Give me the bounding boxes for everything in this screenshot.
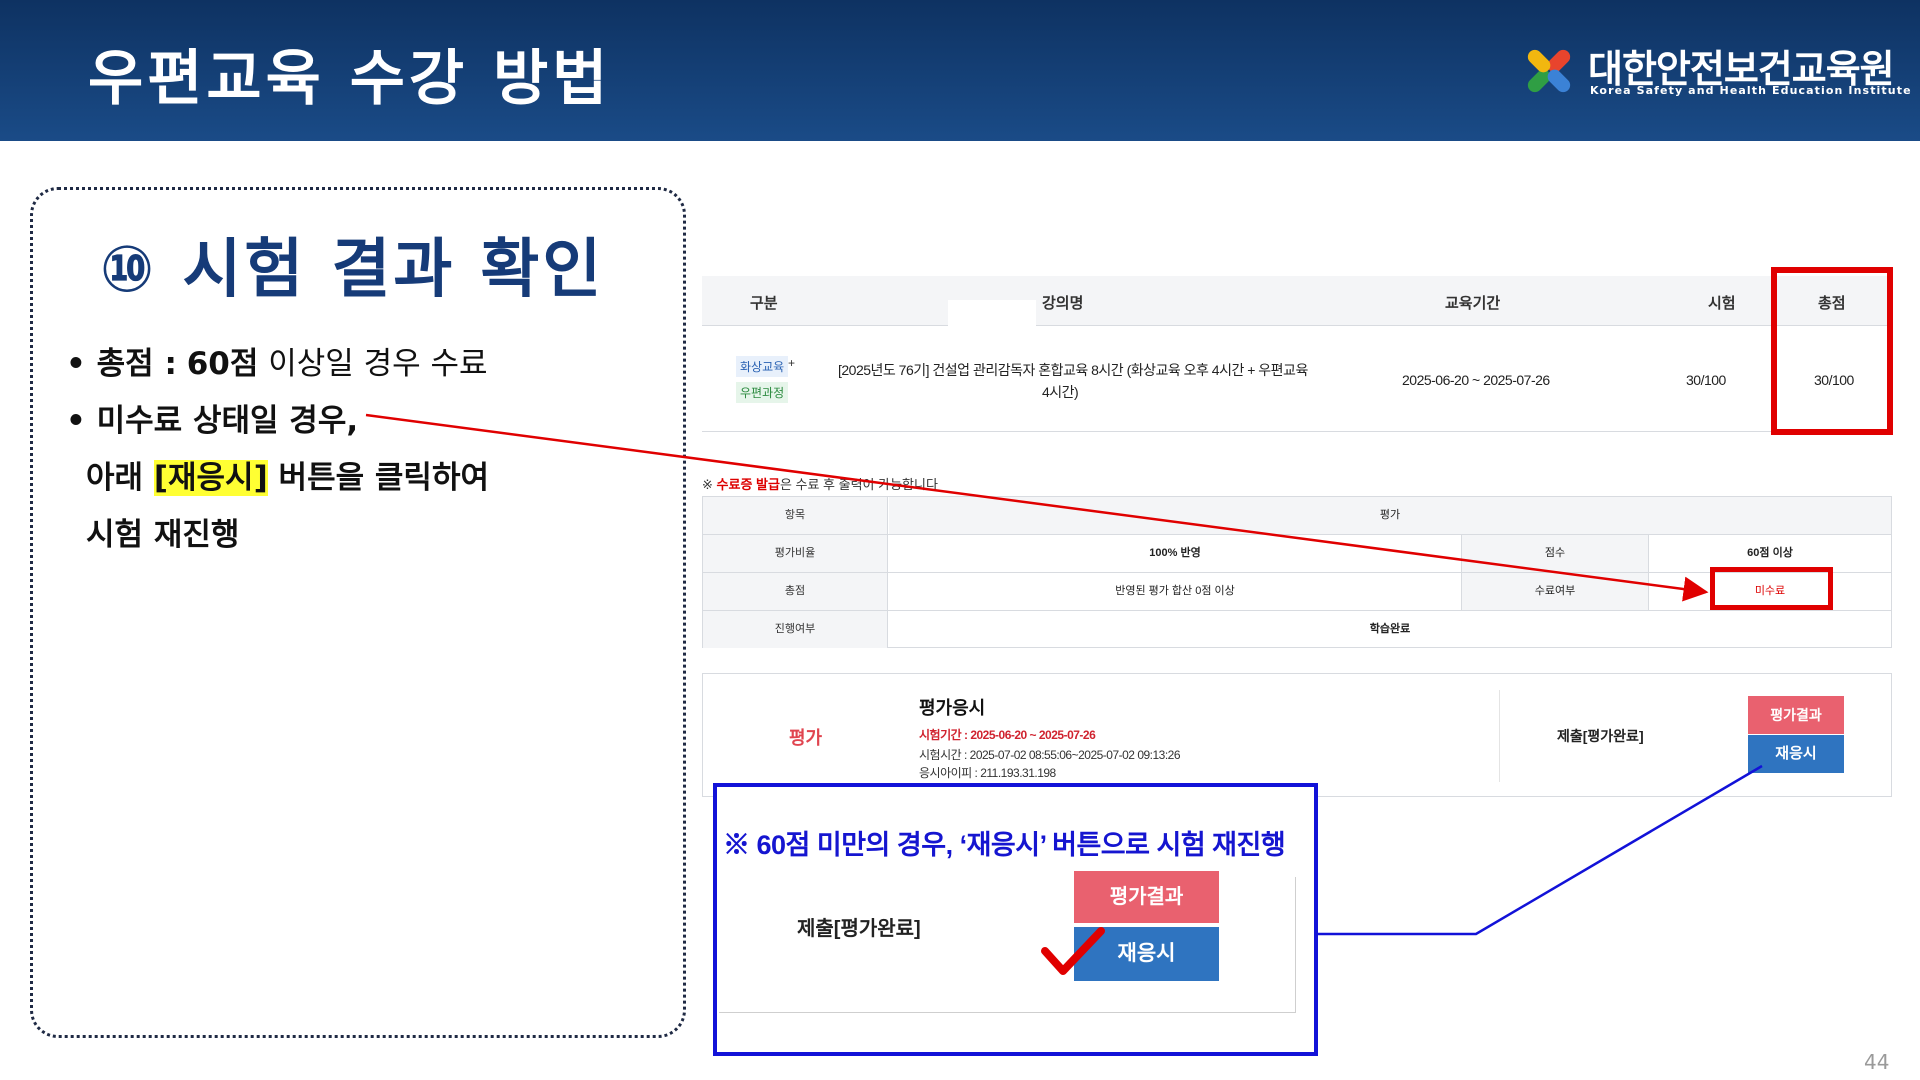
instruction-line-retake: 아래 [재응시] 버튼을 클릭하여 <box>86 452 489 497</box>
evaluation-box: 평가 평가응시 시험기간 : 2025-06-20 ~ 2025-07-26 시… <box>702 673 1892 797</box>
instruction-post: 버튼을 클릭하여 <box>278 460 489 496</box>
step-title: ⑩ 시험 결과 확인 <box>100 233 605 307</box>
col-exam: 시험 <box>1708 295 1736 312</box>
summary-label: 항목 <box>703 497 888 534</box>
tag-plus: + <box>788 356 796 370</box>
callout-text: ※ 60점 미만의 경우, ‘재응시’ 버튼으로 시험 재진행 <box>723 830 1286 860</box>
evaluation-result-button[interactable]: 평가결과 <box>1748 696 1844 734</box>
course-period: 2025-06-20 ~ 2025-07-26 <box>1402 372 1550 388</box>
certificate-notice: ※ 수료증 발급은 수료 후 출력이 가능합니다 <box>702 474 938 493</box>
ratio-label: 평가비율 <box>703 535 888 572</box>
evaluation-label: 평가 <box>789 728 823 748</box>
tag-mail-course: 우편과정 <box>736 382 789 403</box>
retake-callout: ※ 60점 미만의 경우, ‘재응시’ 버튼으로 시험 재진행 제출[평가완료]… <box>713 783 1318 1056</box>
progress-label: 진행여부 <box>703 611 888 648</box>
page-title: 우편교육 수강 방법 <box>88 44 612 114</box>
evaluation-divider <box>1499 690 1500 782</box>
course-name-line1: [2025년도 76기] 건설업 관리감독자 혼합교육 8시간 (화상교육 오후… <box>838 362 1308 378</box>
incomplete-status-highlight <box>1710 567 1833 610</box>
col-period: 교육기간 <box>1445 295 1501 312</box>
notice-red: 수료증 발급 <box>716 477 780 492</box>
score-label: 점수 <box>1461 535 1649 572</box>
course-table-row: 화상교육 + 우편과정 [2025년도 76기] 건설업 관리감독자 혼합교육 … <box>702 326 1892 432</box>
instruction-box <box>30 187 686 1038</box>
total-score-highlight <box>1771 267 1893 435</box>
evaluation-title: 평가응시 <box>919 698 986 718</box>
retake-highlight: [재응시] <box>153 460 268 496</box>
bullet-incomplete: • 미수료 상태일 경우, <box>66 403 359 439</box>
total-value: 반영된 평가 합산 0점 이상 <box>1115 585 1235 597</box>
header-banner: 우편교육 수강 방법 대한안전보건교육원 Korea Safety and He… <box>0 0 1920 141</box>
bullet-total-rest: 이상일 경우 수료 <box>268 346 488 382</box>
institute-logo-icon <box>1527 49 1571 93</box>
notice-rest: 은 수료 후 출력이 가능합니다 <box>779 477 938 492</box>
exam-time: 시험시간 : 2025-07-02 08:55:06~2025-07-02 09… <box>919 748 1181 762</box>
header-gap <box>948 300 1036 328</box>
exam-period: 시험기간 : 2025-06-20 ~ 2025-07-26 <box>919 728 1096 742</box>
callout-submit-status: 제출[평가완료] <box>797 918 921 940</box>
course-table-header: 구분 강의명 교육기간 시험 총점 <box>702 276 1892 328</box>
retake-button[interactable]: 재응시 <box>1748 735 1844 773</box>
col-category: 구분 <box>750 295 778 312</box>
bullet-total-label: • 총점 : <box>66 346 177 382</box>
exam-score: 30/100 <box>1686 372 1726 388</box>
institute-name-en: Korea Safety and Health Education Instit… <box>1590 84 1912 97</box>
summary-row-progress: 진행여부 학습완료 <box>703 611 1891 649</box>
notice-mark: ※ <box>702 477 713 492</box>
submit-status: 제출[평가완료] <box>1557 728 1644 744</box>
summary-header-row: 항목 평가 <box>703 497 1891 535</box>
col-course-name: 강의명 <box>1042 295 1084 312</box>
instruction-line-redo: 시험 재진행 <box>86 517 240 553</box>
checkmark-icon <box>1041 927 1105 975</box>
callout-result-button[interactable]: 평가결과 <box>1074 871 1219 923</box>
ratio-value: 100% 반영 <box>1149 547 1201 559</box>
bullet-total-score: • 총점 : 60점 이상일 경우 수료 <box>66 338 488 383</box>
tag-video-class: 화상교육 <box>736 356 789 377</box>
bullet-total-score-value: 60점 <box>186 346 259 382</box>
completion-label: 수료여부 <box>1461 573 1649 610</box>
course-name-line2: 4시간) <box>1042 384 1079 400</box>
progress-value: 학습완료 <box>1369 623 1411 635</box>
page-number: 44 <box>1864 1050 1890 1074</box>
instruction-pre: 아래 <box>86 460 144 496</box>
exam-ip: 응시아이피 : 211.193.31.198 <box>919 766 1056 780</box>
total-label: 총점 <box>703 573 888 610</box>
summary-header-value: 평가 <box>889 497 1891 534</box>
